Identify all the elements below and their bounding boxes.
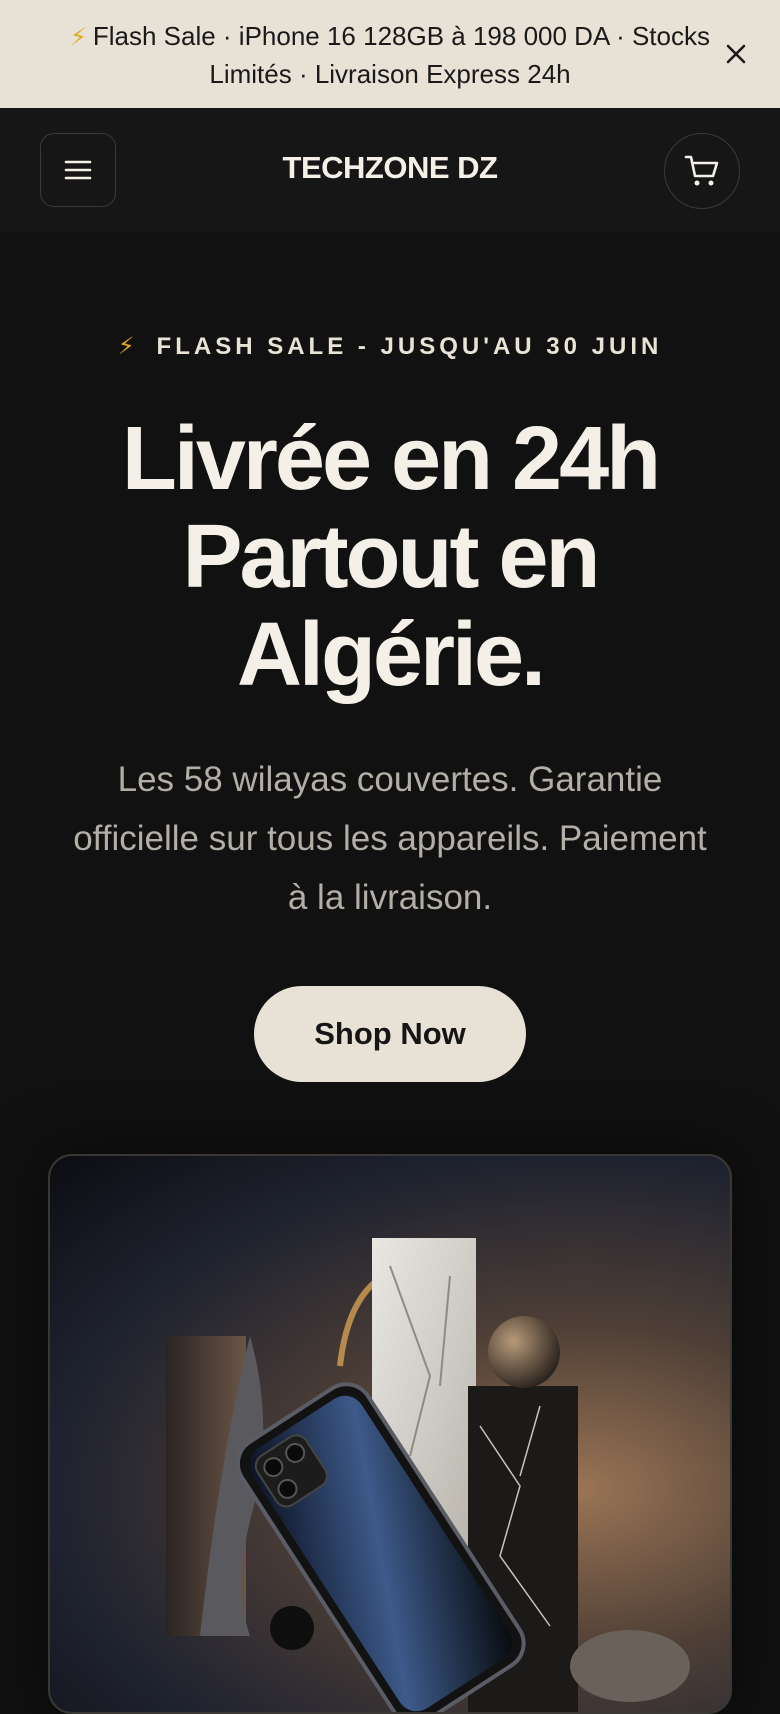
hero-eyebrow: ⚡ FLASH SALE - JUSQU'AU 30 JUIN bbox=[0, 332, 780, 361]
hero-headline: Livrée en 24h Partout en Algérie. bbox=[121, 409, 661, 705]
shopping-cart-icon bbox=[684, 155, 719, 186]
announcement-bar: ⚡ Flash Sale · iPhone 16 128GB à 198 000 … bbox=[0, 0, 780, 108]
product-image bbox=[48, 1154, 732, 1714]
shop-now-button[interactable]: Shop Now bbox=[254, 986, 526, 1082]
cart-button[interactable] bbox=[664, 133, 740, 209]
site-header: TECHZONE DZ bbox=[0, 108, 780, 232]
hero-subtext: Les 58 wilayas couvertes. Garantie offic… bbox=[73, 760, 707, 917]
close-icon bbox=[726, 44, 746, 64]
announcement-text-wrap: ⚡ Flash Sale · iPhone 16 128GB à 198 000 … bbox=[60, 18, 720, 92]
lightning-bolt-icon: ⚡ bbox=[117, 333, 139, 360]
announcement-text: Flash Sale · iPhone 16 128GB à 198 000 D… bbox=[92, 21, 710, 89]
eyebrow-text: FLASH SALE - JUSQU'AU 30 JUIN bbox=[156, 333, 663, 360]
product-scene-illustration bbox=[166, 1238, 690, 1712]
lightning-bolt-icon: ⚡ bbox=[69, 24, 87, 51]
close-announcement-button[interactable] bbox=[720, 38, 752, 70]
site-logo[interactable]: TECHZONE DZ bbox=[0, 150, 780, 186]
